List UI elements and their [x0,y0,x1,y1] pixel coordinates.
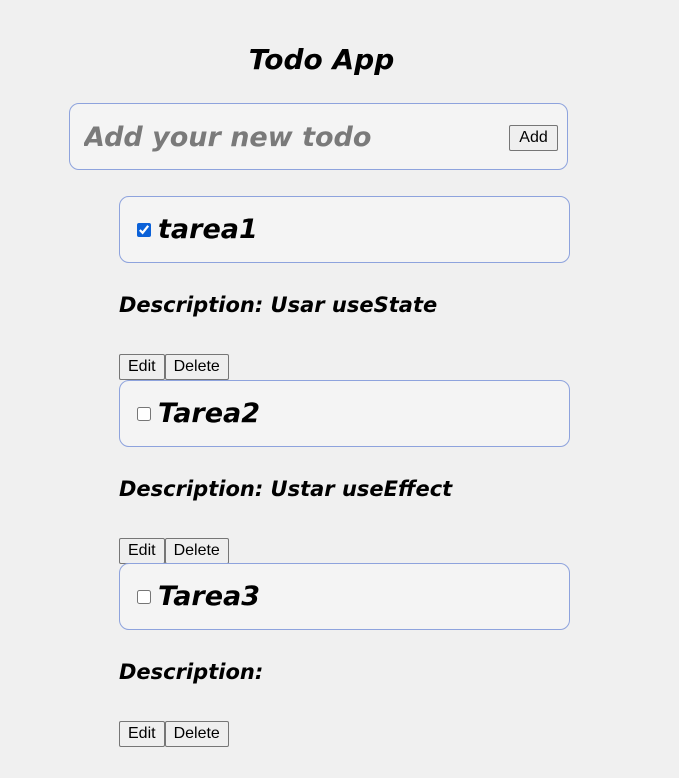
todo-actions: Edit Delete [119,354,570,380]
add-button[interactable]: Add [509,125,558,151]
todo-card: Tarea2 [119,380,570,447]
todo-card: tarea1 [119,196,570,263]
description-text: Ustar useEffect [270,477,453,501]
new-todo-form: Add [69,103,568,170]
todo-checkbox[interactable] [137,406,151,421]
description-label: Description: [119,660,264,684]
todo-item: Tarea2 Description: Ustar useEffect Edit… [119,380,570,564]
description-text: Usar useState [270,293,438,317]
description-label: Description: [119,477,264,501]
todo-actions: Edit Delete [119,538,570,564]
new-todo-input[interactable] [84,114,494,160]
todo-checkbox[interactable] [137,589,151,604]
edit-button[interactable]: Edit [119,721,165,747]
todo-title: tarea1 [158,213,258,245]
todo-title: Tarea3 [158,580,261,612]
todo-description: Description: Ustar useEffect [119,474,570,504]
todo-checkbox[interactable] [137,222,151,237]
edit-button[interactable]: Edit [119,354,165,380]
todo-actions: Edit Delete [119,721,570,747]
delete-button[interactable]: Delete [164,538,229,564]
todo-item: Tarea3 Description: Edit Delete [119,563,570,747]
todo-description: Description: Usar useState [119,290,570,320]
todo-card: Tarea3 [119,563,570,630]
todo-title: Tarea2 [158,397,261,429]
edit-button[interactable]: Edit [119,538,165,564]
app-title: Todo App [248,43,395,76]
description-label: Description: [119,293,264,317]
todo-item: tarea1 Description: Usar useState Edit D… [119,196,570,380]
delete-button[interactable]: Delete [164,721,229,747]
delete-button[interactable]: Delete [164,354,229,380]
todo-description: Description: [119,657,570,687]
